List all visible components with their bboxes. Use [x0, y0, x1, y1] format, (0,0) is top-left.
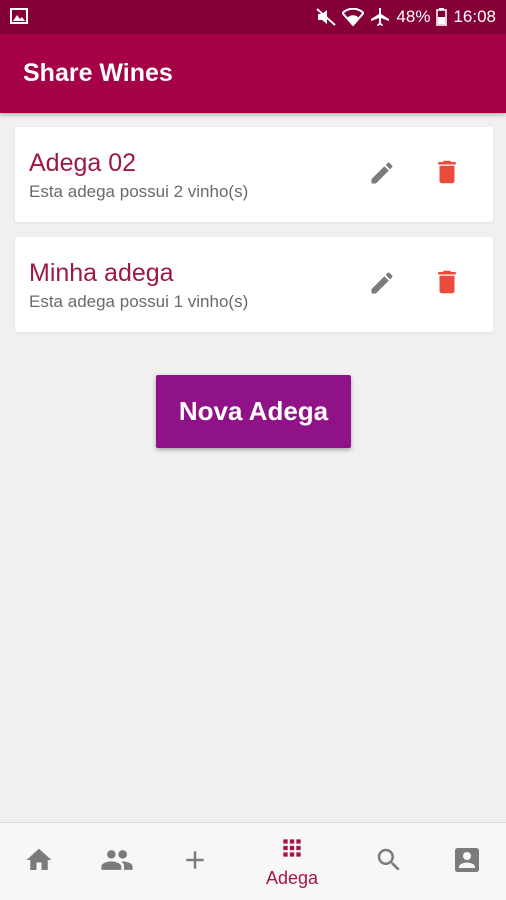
airplane-icon: [370, 7, 390, 27]
mute-icon: [316, 8, 337, 26]
nav-item-add[interactable]: [162, 823, 228, 900]
bottom-nav: Adega: [0, 822, 506, 900]
clock: 16:08: [453, 7, 496, 26]
grid-icon: [279, 835, 305, 866]
app-title: Share Wines: [23, 59, 173, 87]
app-bar: Share Wines: [0, 34, 506, 113]
nav-item-home[interactable]: [6, 823, 72, 900]
trash-icon: [432, 157, 462, 192]
cellar-name: Adega 02: [29, 149, 137, 177]
people-icon: [100, 843, 134, 882]
nav-label-adega: Adega: [265, 868, 319, 888]
nav-item-search[interactable]: [356, 823, 422, 900]
wifi-icon: [342, 8, 365, 26]
pencil-icon: [368, 269, 396, 302]
add-icon: [180, 845, 210, 880]
edit-button[interactable]: [366, 269, 398, 301]
delete-button[interactable]: [431, 268, 463, 300]
battery-percentage: 48%: [396, 7, 431, 26]
nav-item-adega[interactable]: Adega: [259, 823, 325, 900]
edit-button[interactable]: [366, 159, 398, 191]
home-icon: [24, 845, 54, 880]
cellar-card[interactable]: Minha adega Esta adega possui 1 vinho(s): [15, 237, 493, 332]
status-bar: 48% 16:08: [0, 0, 506, 34]
nav-item-profile[interactable]: [434, 823, 500, 900]
image-icon: [10, 8, 28, 29]
new-cellar-button[interactable]: Nova Adega: [156, 375, 351, 448]
delete-button[interactable]: [431, 158, 463, 190]
cellar-description: Esta adega possui 2 vinho(s): [29, 182, 249, 201]
trash-icon: [432, 267, 462, 302]
cellar-name: Minha adega: [29, 259, 174, 287]
pencil-icon: [368, 159, 396, 192]
nav-item-people[interactable]: [84, 823, 150, 900]
cellar-card[interactable]: Adega 02 Esta adega possui 2 vinho(s): [15, 127, 493, 222]
profile-icon: [451, 844, 483, 881]
search-icon: [374, 845, 404, 880]
cellar-description: Esta adega possui 1 vinho(s): [29, 292, 249, 311]
battery-icon: [436, 8, 448, 26]
